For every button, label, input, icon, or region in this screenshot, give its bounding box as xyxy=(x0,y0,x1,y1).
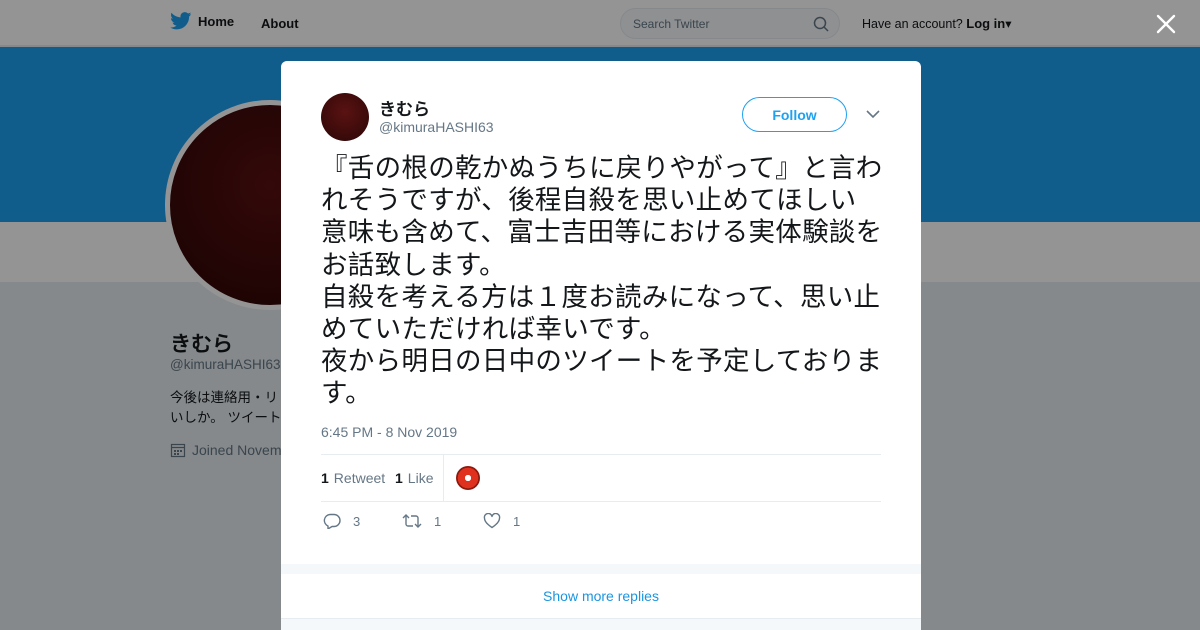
tweet-modal: きむら @kimuraHASHI63 Follow 『舌の根の乾かぬうちに戻りや… xyxy=(281,61,921,630)
tweet-stats: 1 Retweet 1 Like xyxy=(321,454,881,502)
like-action-count: 1 xyxy=(513,513,521,529)
follow-button[interactable]: Follow xyxy=(742,97,847,132)
reply-button[interactable]: 3 xyxy=(323,513,360,529)
tweet-author-handle[interactable]: @kimuraHASHI63 xyxy=(379,119,494,135)
like-button[interactable]: 1 xyxy=(483,513,520,529)
liker-avatar[interactable] xyxy=(456,466,480,490)
reply-icon xyxy=(323,513,341,529)
tweet-text: 『舌の根の乾かぬうちに戻りやがって』と言われそうですが、後程自殺を思い止めてほし… xyxy=(321,153,883,410)
like-label: Like xyxy=(407,470,434,486)
replies-footer xyxy=(281,618,921,630)
chevron-down-icon[interactable] xyxy=(865,108,881,120)
like-count: 1 xyxy=(395,470,403,486)
retweet-stat[interactable]: 1 Retweet xyxy=(321,470,385,486)
heart-icon xyxy=(483,513,501,529)
tweet-author-avatar[interactable] xyxy=(321,93,369,141)
show-more-replies-link[interactable]: Show more replies xyxy=(281,574,921,618)
retweet-count: 1 xyxy=(321,470,329,486)
like-stat[interactable]: 1 Like xyxy=(395,470,433,486)
tweet-timestamp[interactable]: 6:45 PM - 8 Nov 2019 xyxy=(321,424,457,440)
retweet-icon xyxy=(402,514,422,528)
stats-divider xyxy=(443,455,444,502)
tweet-actions: 3 1 1 xyxy=(321,513,621,533)
section-divider xyxy=(281,564,921,574)
close-icon[interactable] xyxy=(1154,12,1178,36)
tweet-author-name[interactable]: きむら xyxy=(379,95,430,120)
retweet-button[interactable]: 1 xyxy=(402,513,441,529)
retweet-action-count: 1 xyxy=(434,513,442,529)
reply-count: 3 xyxy=(353,513,361,529)
retweet-label: Retweet xyxy=(333,470,386,486)
